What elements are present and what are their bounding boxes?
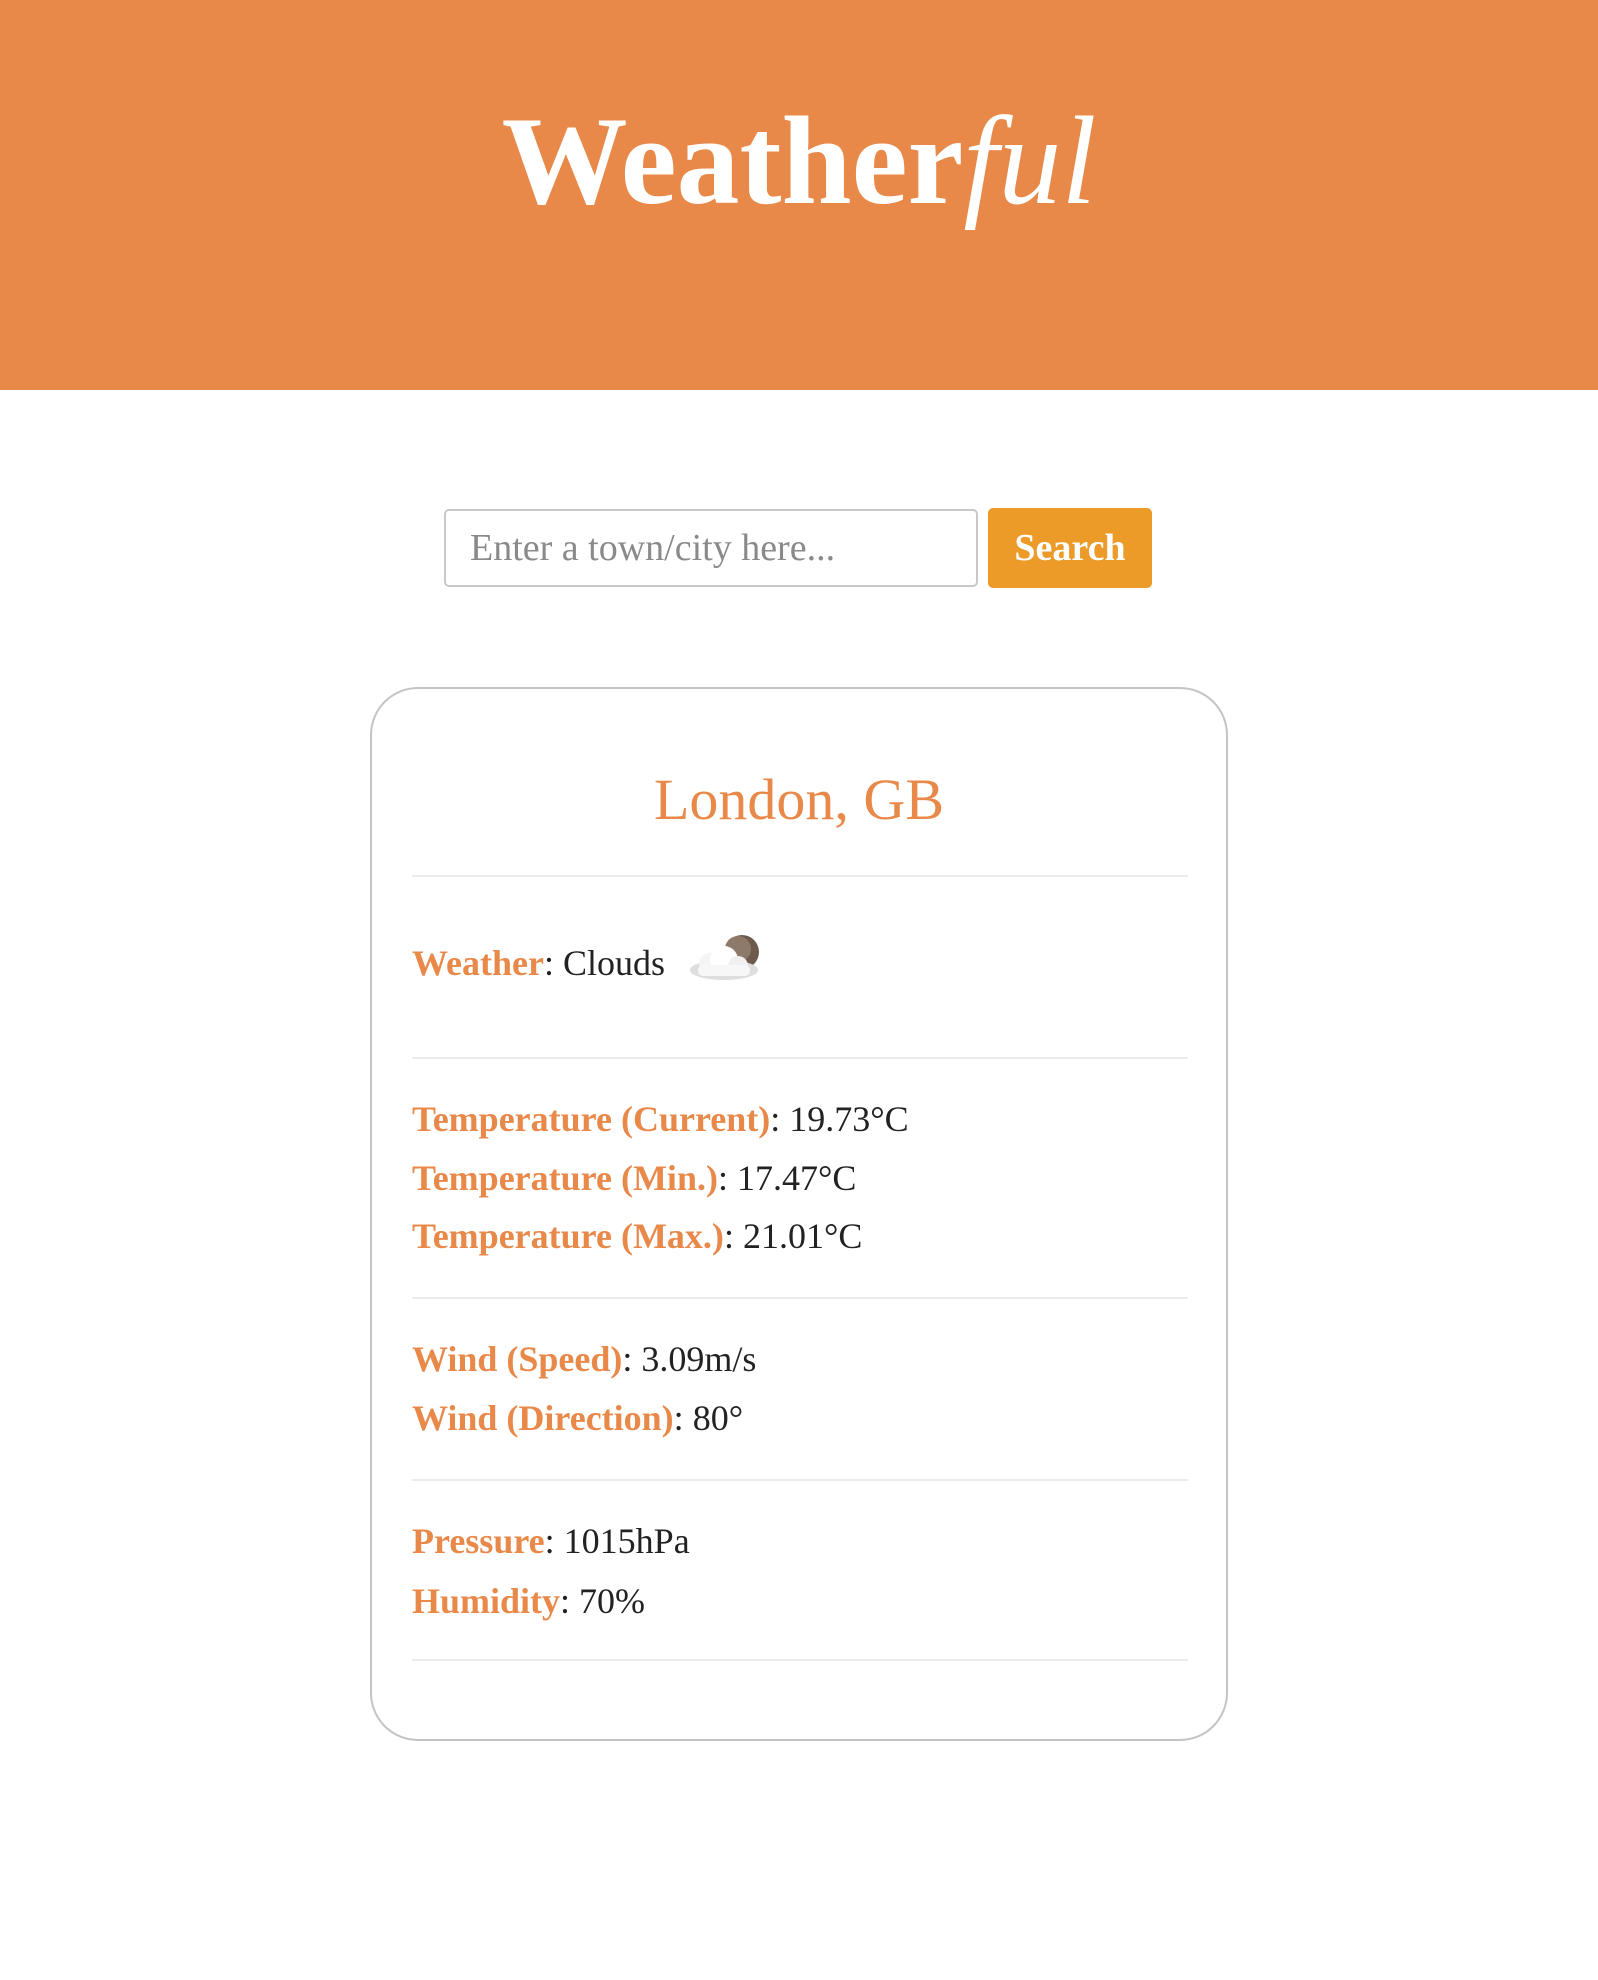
pressure-label: Pressure	[412, 1521, 545, 1561]
app-title: Weatherful	[502, 98, 1097, 225]
wind-speed-value: 3.09m/s	[641, 1339, 757, 1379]
weather-separator: :	[543, 943, 563, 983]
divider	[412, 1057, 1188, 1059]
temperature-min-value: 17.47°C	[736, 1158, 857, 1198]
app-title-suffix: ful	[963, 91, 1097, 231]
separator: :	[622, 1339, 642, 1379]
separator: :	[723, 1216, 743, 1256]
temperature-min-row: Temperature (Min.): 17.47°C	[412, 1160, 856, 1196]
wind-direction-label: Wind (Direction)	[412, 1398, 674, 1438]
wind-direction-value: 80°	[692, 1398, 744, 1438]
separator: :	[673, 1398, 693, 1438]
humidity-value: 70%	[579, 1581, 646, 1621]
divider	[412, 1297, 1188, 1299]
wind-direction-row: Wind (Direction): 80°	[412, 1400, 743, 1436]
divider	[412, 1479, 1188, 1481]
temperature-current-label: Temperature (Current)	[412, 1099, 771, 1139]
header-banner: Weatherful	[0, 0, 1598, 390]
separator: :	[560, 1581, 580, 1621]
temperature-current-value: 19.73°C	[789, 1099, 909, 1139]
temperature-max-label: Temperature (Max.)	[412, 1216, 724, 1256]
divider	[412, 875, 1188, 877]
cloud-icon	[686, 932, 766, 988]
humidity-label: Humidity	[412, 1581, 561, 1621]
weather-card: London, GB Weather: Clouds Temperature (…	[370, 687, 1228, 1741]
temperature-max-value: 21.01°C	[742, 1216, 863, 1256]
city-search-input[interactable]	[444, 509, 978, 587]
weather-label: Weather	[412, 943, 544, 983]
app-title-main: Weather	[501, 91, 964, 231]
separator: :	[544, 1521, 564, 1561]
weather-row: Weather: Clouds	[412, 934, 766, 988]
location-title: London, GB	[654, 767, 944, 832]
separator: :	[770, 1099, 790, 1139]
separator: :	[717, 1158, 737, 1198]
temperature-current-row: Temperature (Current): 19.73°C	[412, 1101, 909, 1137]
divider	[412, 1659, 1188, 1661]
search-button[interactable]: Search	[988, 508, 1152, 588]
temperature-max-row: Temperature (Max.): 21.01°C	[412, 1218, 862, 1254]
pressure-value: 1015hPa	[563, 1521, 690, 1561]
wind-speed-label: Wind (Speed)	[412, 1339, 623, 1379]
wind-speed-row: Wind (Speed): 3.09m/s	[412, 1341, 756, 1377]
pressure-row: Pressure: 1015hPa	[412, 1523, 690, 1559]
temperature-min-label: Temperature (Min.)	[412, 1158, 718, 1198]
humidity-row: Humidity: 70%	[412, 1583, 645, 1619]
weather-value: Clouds	[562, 943, 666, 983]
search-bar: Search	[444, 508, 1152, 588]
